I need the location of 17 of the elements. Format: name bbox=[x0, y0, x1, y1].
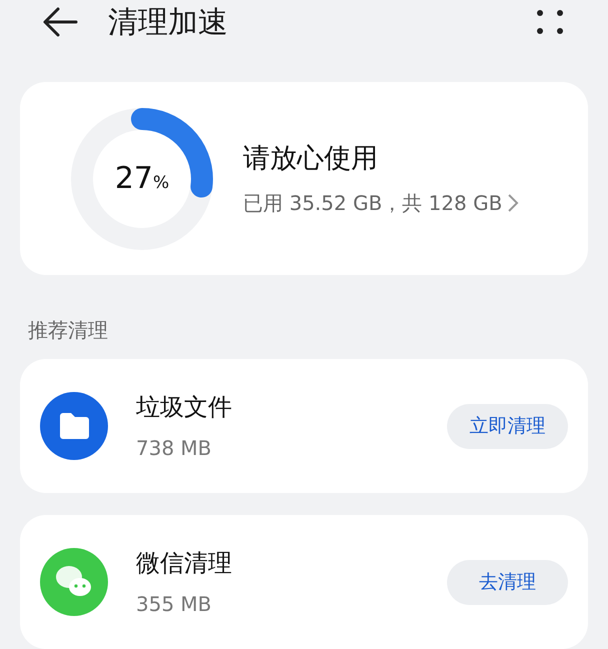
chevron-right-icon[interactable] bbox=[506, 192, 520, 214]
storage-status: 请放心使用 bbox=[243, 142, 379, 176]
more-icon[interactable] bbox=[536, 8, 564, 36]
item-name: 微信清理 bbox=[136, 548, 232, 579]
storage-usage: 已用 35.52 GB，共 128 GB bbox=[243, 190, 502, 217]
folder-icon bbox=[40, 392, 108, 460]
page-title: 清理加速 bbox=[108, 4, 228, 42]
clean-button[interactable]: 去清理 bbox=[447, 560, 568, 604]
clean-button[interactable]: 立即清理 bbox=[447, 404, 568, 448]
item-name: 垃圾文件 bbox=[136, 392, 232, 423]
item-size: 738 MB bbox=[136, 435, 213, 462]
chat-bubbles-icon bbox=[40, 548, 108, 616]
item-size: 355 MB bbox=[136, 591, 213, 618]
section-title: 推荐清理 bbox=[28, 317, 109, 344]
usage-percent: 27 bbox=[114, 160, 154, 198]
percent-sign: % bbox=[153, 172, 170, 195]
back-icon[interactable] bbox=[42, 6, 78, 38]
